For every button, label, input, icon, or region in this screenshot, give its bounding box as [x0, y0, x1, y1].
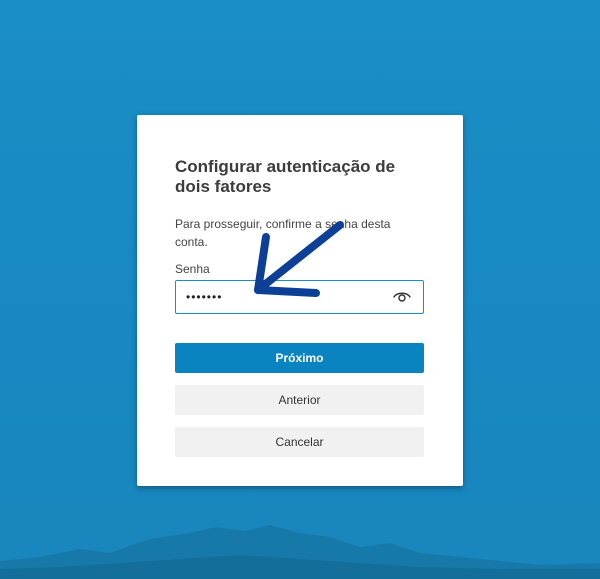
password-input[interactable]	[186, 290, 376, 304]
eye-icon[interactable]	[393, 290, 411, 304]
mountain-silhouette	[0, 525, 600, 579]
two-factor-dialog: Configurar autenticação de dois fatores …	[137, 115, 463, 486]
dialog-subtitle: Para prosseguir, confirme a senha desta …	[175, 217, 391, 249]
back-button[interactable]: Anterior	[175, 385, 424, 415]
password-field[interactable]	[175, 280, 424, 314]
next-button[interactable]: Próximo	[175, 343, 424, 373]
dialog-title: Configurar autenticação de dois fatores	[175, 157, 396, 196]
password-label: Senha	[175, 262, 210, 276]
cancel-button[interactable]: Cancelar	[175, 427, 424, 457]
